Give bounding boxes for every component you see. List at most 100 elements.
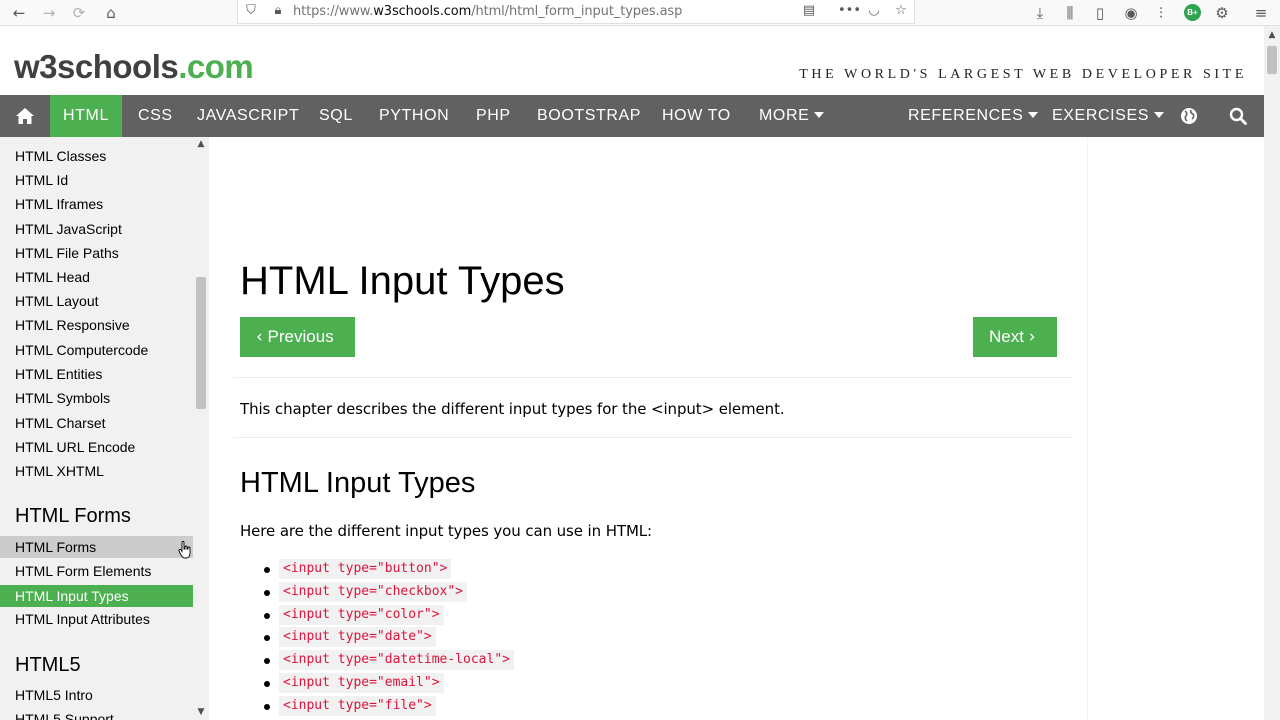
nav-html[interactable]: HTML: [50, 95, 122, 137]
extension-icon[interactable]: ⫶: [1151, 3, 1171, 23]
divider: [233, 437, 1073, 438]
sidebar-item-html-form-elements[interactable]: HTML Form Elements: [0, 560, 193, 582]
globe-icon[interactable]: [1180, 107, 1198, 125]
nav-css[interactable]: CSS: [138, 95, 173, 137]
scroll-up-icon[interactable]: ▲: [1267, 30, 1277, 40]
sidebar-item-html-id[interactable]: HTML Id: [0, 169, 193, 191]
bookmark-star-icon[interactable]: ☆: [892, 2, 910, 20]
caret-down-icon: [814, 111, 825, 118]
sidebar-item-html-input-attributes[interactable]: HTML Input Attributes: [0, 608, 193, 630]
nav-php[interactable]: PHP: [476, 95, 511, 137]
forward-icon[interactable]: →: [39, 3, 59, 23]
sidebar-item-html-layout[interactable]: HTML Layout: [0, 290, 193, 312]
sidebar: HTML Classes HTML Id HTML Iframes HTML J…: [0, 137, 209, 720]
w3schools-logo[interactable]: w3schools.com: [14, 48, 254, 86]
addon-badge[interactable]: B+: [1184, 4, 1201, 21]
bullet: [264, 704, 270, 710]
nav-references[interactable]: REFERENCES: [908, 95, 1039, 137]
reload-icon[interactable]: ⟳: [69, 3, 89, 23]
sidebar-item-html-input-types[interactable]: HTML Input Types: [0, 585, 193, 607]
page-scroll-thumb[interactable]: [1267, 46, 1277, 74]
reader-view-icon[interactable]: ▤: [800, 2, 818, 20]
nav-how-to[interactable]: HOW TO: [662, 95, 731, 137]
nav-javascript[interactable]: JAVASCRIPT: [197, 95, 299, 137]
next-label: Next: [989, 327, 1024, 346]
nav-more[interactable]: MORE: [759, 95, 825, 137]
sidebar-item-html-file-paths[interactable]: HTML File Paths: [0, 242, 193, 264]
nav-references-label: REFERENCES: [908, 107, 1024, 124]
sidebar-item-html5-support[interactable]: HTML5 Support: [0, 708, 193, 720]
section-heading: HTML Input Types: [240, 467, 476, 499]
more-icon[interactable]: •••: [838, 2, 861, 20]
sidebar-item-html-iframes[interactable]: HTML Iframes: [0, 193, 193, 215]
sidebar-item-html-charset[interactable]: HTML Charset: [0, 412, 193, 434]
hand-cursor-icon: [178, 541, 191, 559]
bullet: [264, 635, 270, 641]
url-path: /html/html_form_input_types.asp: [471, 4, 683, 19]
home-icon[interactable]: ⌂: [101, 3, 121, 23]
sidebar-item-html-javascript[interactable]: HTML JavaScript: [0, 218, 193, 240]
search-icon[interactable]: [1229, 107, 1247, 125]
bullet: [264, 567, 270, 573]
previous-label: Previous: [267, 327, 334, 346]
nav-bootstrap[interactable]: BOOTSTRAP: [537, 95, 641, 137]
sidebar-item-html-url-encode[interactable]: HTML URL Encode: [0, 436, 193, 458]
url-bar[interactable]: ⛉ 🔒︎ https://www.w3schools.com/html/html…: [237, 0, 915, 24]
page-scrollbar[interactable]: ▲: [1264, 26, 1280, 720]
account-icon[interactable]: ◉: [1121, 3, 1141, 23]
settings-icon[interactable]: ⚙: [1212, 3, 1232, 23]
code-snippet: <input type="file">: [279, 696, 436, 716]
page-title: HTML Input Types: [240, 259, 565, 303]
right-ad-column: [1087, 137, 1264, 720]
sidebar-item-html-symbols[interactable]: HTML Symbols: [0, 387, 193, 409]
sidebar-scrollbar[interactable]: ▲ ▼: [193, 137, 209, 720]
code-snippet: <input type="email">: [279, 673, 444, 693]
code-snippet: <input type="datetime-local">: [279, 650, 514, 670]
bullet: [264, 681, 270, 687]
top-navigation: HTML CSS JAVASCRIPT SQL PYTHON PHP BOOTS…: [0, 95, 1264, 137]
pocket-icon[interactable]: ◡: [865, 2, 883, 20]
lock-icon[interactable]: 🔒︎: [269, 2, 287, 20]
nav-sql[interactable]: SQL: [319, 95, 353, 137]
caret-down-icon: [1028, 111, 1039, 118]
sidebar-scroll-thumb[interactable]: [196, 277, 206, 409]
nav-home-button[interactable]: [0, 95, 50, 137]
divider: [233, 377, 1073, 378]
scroll-down-icon[interactable]: ▼: [196, 707, 206, 717]
nav-exercises[interactable]: EXERCISES: [1052, 95, 1164, 137]
sidebar-item-html-classes[interactable]: HTML Classes: [0, 145, 193, 167]
next-button[interactable]: Next ›: [973, 317, 1057, 357]
sidebar-item-html-entities[interactable]: HTML Entities: [0, 363, 193, 385]
section-intro: Here are the different input types you c…: [240, 522, 652, 540]
sidebar-item-html-forms[interactable]: HTML Forms: [0, 536, 193, 558]
sidebar-menu: HTML Classes HTML Id HTML Iframes HTML J…: [0, 137, 193, 720]
nav-more-label: MORE: [759, 107, 810, 124]
site-tagline: THE WORLD'S LARGEST WEB DEVELOPER SITE: [799, 67, 1247, 82]
caret-down-icon: [1154, 111, 1164, 118]
home-icon: [16, 108, 34, 124]
logo-text: w3schools: [14, 48, 179, 85]
code-snippet: <input type="checkbox">: [279, 582, 468, 602]
sidebar-item-html-head[interactable]: HTML Head: [0, 266, 193, 288]
chevron-left-icon: ‹: [256, 327, 263, 347]
code-snippet: <input type="button">: [279, 559, 452, 579]
sidebar-heading-html5: HTML5: [15, 654, 81, 676]
previous-button[interactable]: ‹ Previous: [240, 317, 355, 357]
sidebar-item-html-xhtml[interactable]: HTML XHTML: [0, 460, 193, 482]
shield-icon[interactable]: ⛉: [242, 2, 260, 20]
download-icon[interactable]: ⤓: [1030, 3, 1050, 23]
back-icon[interactable]: ←: [9, 3, 29, 23]
url-text[interactable]: https://www.w3schools.com/html/html_form…: [293, 4, 682, 19]
sidebar-item-html-computercode[interactable]: HTML Computercode: [0, 339, 193, 361]
nav-python[interactable]: PYTHON: [379, 95, 449, 137]
bullet: [264, 613, 270, 619]
sidebar-item-html-responsive[interactable]: HTML Responsive: [0, 314, 193, 336]
library-icon[interactable]: ⫼: [1060, 3, 1080, 23]
bullet: [264, 590, 270, 596]
menu-icon[interactable]: ≡: [1251, 3, 1271, 23]
sidebar-item-html5-intro[interactable]: HTML5 Intro: [0, 684, 193, 706]
scroll-up-icon[interactable]: ▲: [196, 139, 206, 149]
url-domain: w3schools.com: [373, 4, 472, 19]
intro-paragraph: This chapter describes the different inp…: [240, 400, 785, 418]
sidebar-icon[interactable]: ▯: [1090, 3, 1110, 23]
